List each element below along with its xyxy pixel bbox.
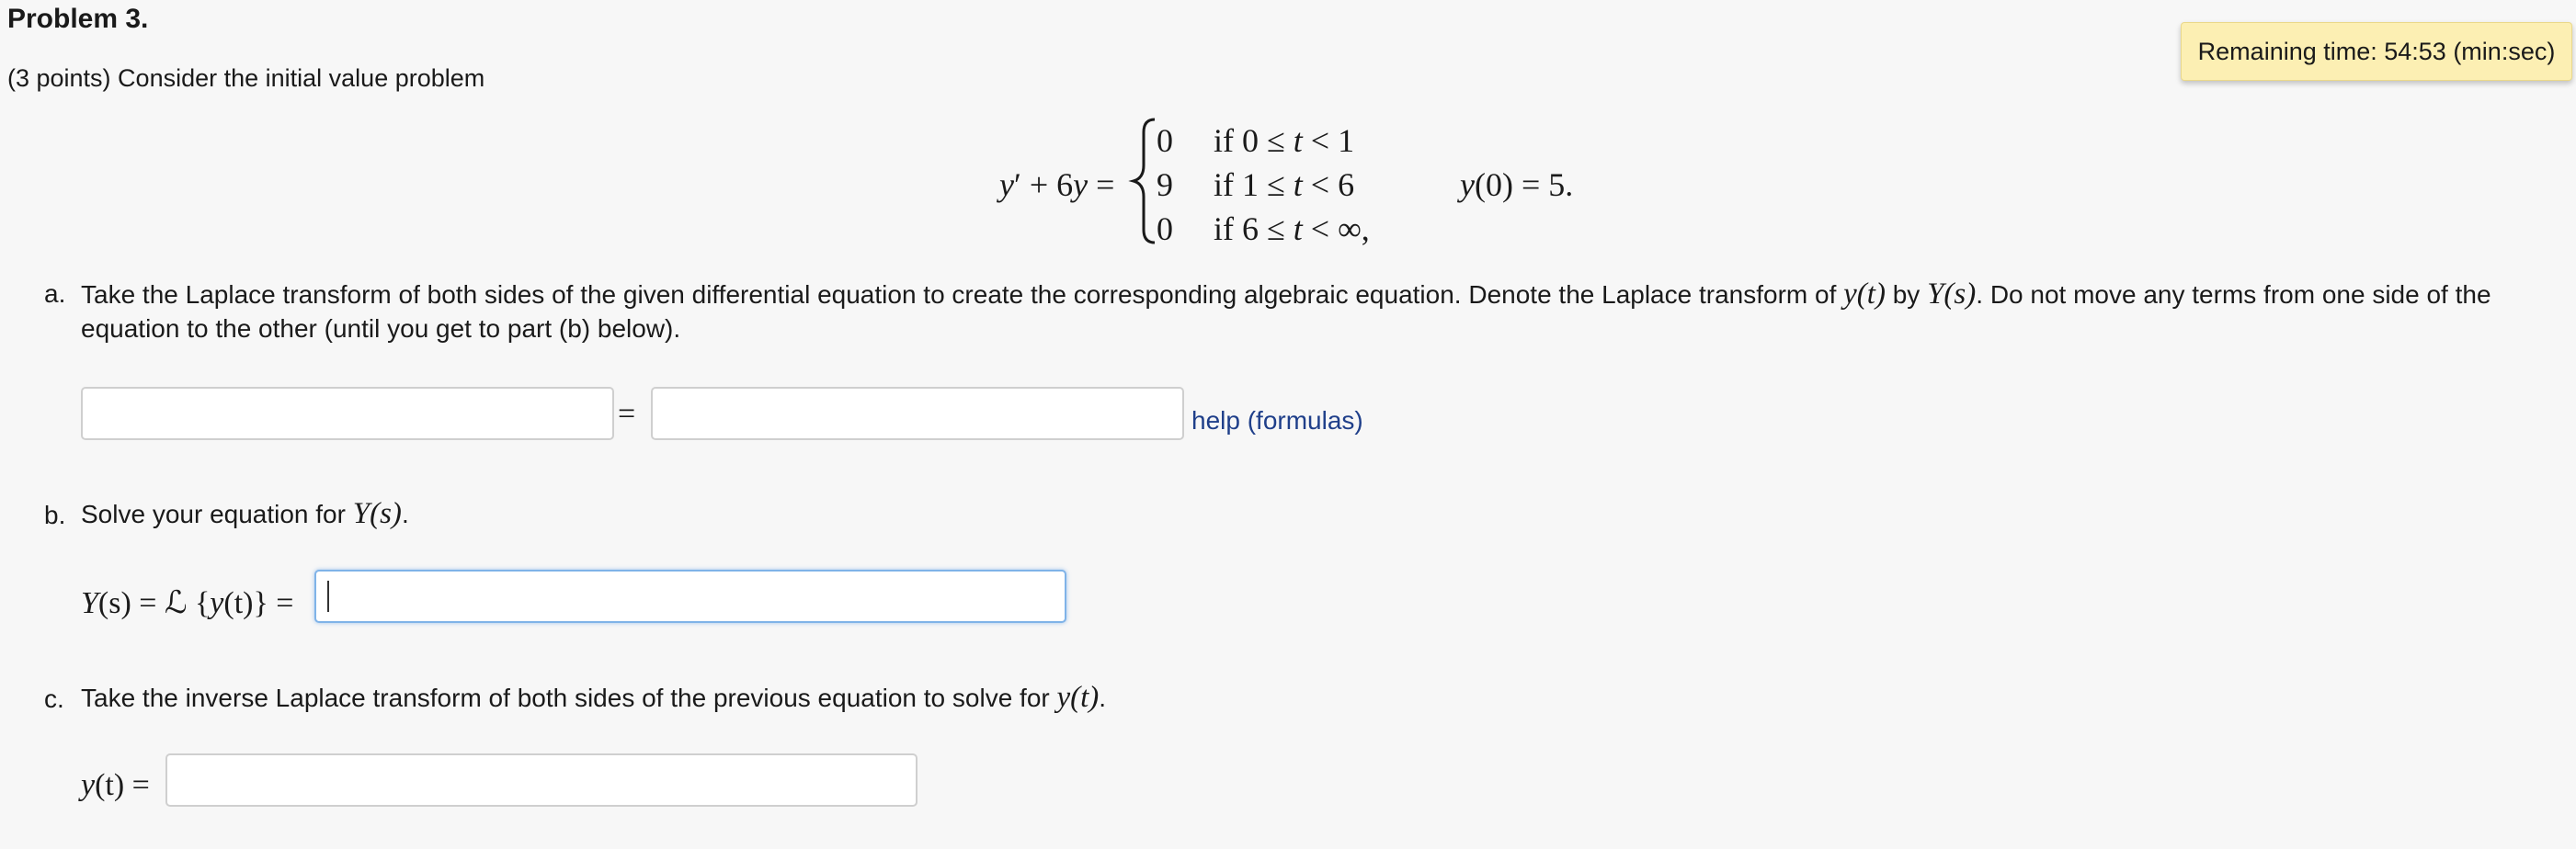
case-cond-1: if 0 ≤ t < 1 <box>1214 121 1354 160</box>
case-cond-1-pre: if 0 ≤ <box>1214 122 1294 159</box>
case-cond-3-var: t <box>1293 210 1303 247</box>
part-b-letter: b. <box>44 501 66 529</box>
part-a-line1-pre: Take the Laplace transform of both sides… <box>81 280 1844 309</box>
part-a-text-line1: Take the Laplace transform of both sides… <box>81 277 2491 311</box>
case-cond-2-var: t <box>1293 166 1303 203</box>
part-c-letter: c. <box>44 685 64 713</box>
part-b-label-y: y <box>210 586 224 620</box>
part-a-equals: = <box>618 397 636 431</box>
part-b-answer-input[interactable] <box>314 570 1066 623</box>
part-b-text-pre: Solve your equation for <box>81 500 353 528</box>
initial-rest: (0) = 5. <box>1474 166 1574 203</box>
part-a-rhs-input[interactable] <box>651 387 1184 440</box>
part-a-math-yt: y(t) <box>1843 277 1886 311</box>
case-cond-2: if 1 ≤ t < 6 <box>1214 165 1354 204</box>
lhs-plus-six: + 6 <box>1029 166 1074 203</box>
remaining-time-badge: Remaining time: 54:53 (min:sec) <box>2181 22 2572 81</box>
lhs-prime: ′ <box>1013 166 1021 203</box>
case-cond-2-pre: if 1 ≤ <box>1214 166 1294 203</box>
lhs-y2: y <box>1073 166 1089 203</box>
part-c-label-t: (t) = <box>95 768 150 802</box>
case-cond-1-post: < 1 <box>1302 122 1355 159</box>
case-row-1: 0 <box>1157 121 1173 160</box>
part-a-line1-mid: by <box>1885 280 1928 309</box>
part-c-math-yt: y(t) <box>1056 681 1100 714</box>
part-b-label-t: (t)} = <box>223 586 294 620</box>
initial-condition: y(0) = 5. <box>1460 165 1573 204</box>
part-b-label-Y: Y <box>81 586 98 620</box>
part-c-text-pre: Take the inverse Laplace transform of bo… <box>81 684 1057 712</box>
case-cond-1-var: t <box>1293 122 1303 159</box>
part-a-line1-post: . Do not move any terms from one side of… <box>1976 280 2491 309</box>
part-c-answer-input[interactable] <box>165 753 918 807</box>
problem-intro: (3 points) Consider the initial value pr… <box>7 64 485 92</box>
case-value-3: 0 <box>1157 210 1173 247</box>
lhs-y: y <box>999 166 1014 203</box>
part-b-text-post: . <box>401 500 409 528</box>
part-c-label: y(t) = <box>81 768 150 803</box>
part-a-lhs-input[interactable] <box>81 387 614 440</box>
part-c-text-post: . <box>1099 684 1107 712</box>
part-a-letter: a. <box>44 279 66 308</box>
case-cond-2-post: < 6 <box>1302 166 1355 203</box>
part-c-label-y: y <box>81 768 96 802</box>
case-value-2: 9 <box>1157 166 1173 203</box>
case-cond-3-post: < ∞, <box>1302 210 1370 247</box>
case-row-3: 0 <box>1157 209 1173 248</box>
text-caret <box>327 581 329 612</box>
case-value-1: 0 <box>1157 122 1173 159</box>
part-a-text-line2: equation to the other (until you get to … <box>81 314 681 343</box>
part-a-math-Ys: Y(s) <box>1927 277 1977 311</box>
part-c-text: Take the inverse Laplace transform of bo… <box>81 681 1106 715</box>
part-b-text: Solve your equation for Y(s). <box>81 497 409 531</box>
lhs-equals: = <box>1096 166 1115 203</box>
case-cond-3-pre: if 6 ≤ <box>1214 210 1294 247</box>
part-b-label: Y(s) = ℒ {y(t)} = <box>81 584 293 621</box>
ode-lhs: y′ + 6y = <box>999 165 1114 204</box>
initial-y: y <box>1460 166 1475 203</box>
part-b-math-Ys: Y(s) <box>352 497 402 530</box>
problem-title: Problem 3. <box>7 4 149 34</box>
part-b-label-s: (s) = ℒ { <box>97 586 211 620</box>
case-row-2: 9 <box>1157 165 1173 204</box>
help-formulas-link[interactable]: help (formulas) <box>1191 406 1363 436</box>
case-cond-3: if 6 ≤ t < ∞, <box>1214 209 1370 248</box>
